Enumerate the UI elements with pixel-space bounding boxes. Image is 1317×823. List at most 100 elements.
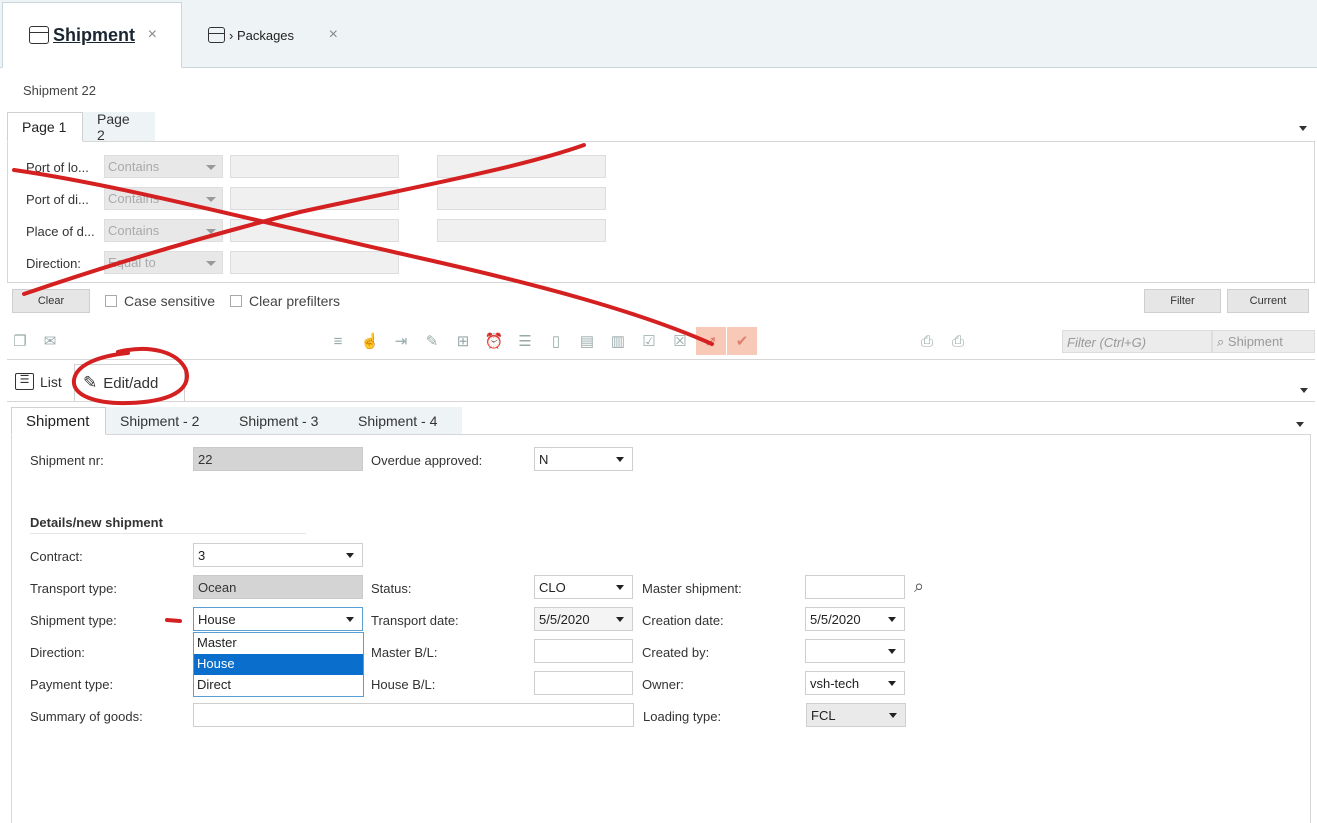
transport-date-label: Transport date: bbox=[371, 613, 459, 628]
tab-page-1[interactable]: Page 1 bbox=[7, 112, 83, 142]
tab-packages[interactable]: › Packages × bbox=[182, 2, 362, 68]
filter-value-input-2[interactable] bbox=[437, 219, 606, 242]
filter-value-input[interactable] bbox=[230, 155, 399, 178]
loading-type-label: Loading type: bbox=[643, 709, 722, 724]
transport-type-field[interactable]: Ocean bbox=[193, 575, 363, 599]
filter-value-input[interactable] bbox=[230, 187, 399, 210]
house-bl-input[interactable] bbox=[534, 671, 633, 695]
clipboard-check-list-icon[interactable]: ▥ bbox=[608, 331, 628, 351]
shipment-nr-field[interactable]: 22 bbox=[193, 447, 363, 471]
edit-add-view-label: Edit/add bbox=[103, 374, 159, 392]
house-bl-label: House B/L: bbox=[371, 677, 436, 692]
summary-of-goods-input[interactable] bbox=[193, 703, 634, 727]
master-shipment-input[interactable] bbox=[805, 575, 905, 599]
clear-button[interactable]: Clear bbox=[12, 289, 90, 313]
tab-shipment[interactable]: Shipment × bbox=[2, 2, 182, 68]
list-icon: ☰ bbox=[15, 373, 34, 390]
transport-date-field[interactable]: 5/5/2020 bbox=[534, 607, 633, 631]
filter-value-input[interactable] bbox=[230, 251, 399, 274]
chevron-down-icon[interactable] bbox=[1300, 388, 1308, 393]
chevron-down-icon[interactable] bbox=[1299, 126, 1307, 131]
check-circle-icon[interactable]: ✔ bbox=[727, 327, 757, 355]
divider bbox=[7, 359, 1315, 360]
owner-label: Owner: bbox=[642, 677, 684, 692]
filter-value-input[interactable] bbox=[230, 219, 399, 242]
filter-label: Port of di... bbox=[26, 192, 89, 207]
alarm-icon[interactable]: ⏰ bbox=[484, 331, 504, 351]
filter-label: Port of lo... bbox=[26, 160, 89, 175]
list-view-tab[interactable]: ☰ List bbox=[15, 373, 62, 390]
search-scope-label: Shipment bbox=[1227, 334, 1283, 349]
clipboard-list-icon[interactable]: ▤ bbox=[577, 331, 597, 351]
master-shipment-label: Master shipment: bbox=[642, 581, 742, 596]
owner-select[interactable]: vsh-tech bbox=[805, 671, 905, 695]
dropdown-option-house[interactable]: House bbox=[194, 654, 363, 675]
filter-value-input-2[interactable] bbox=[437, 187, 606, 210]
filter-value-input-2[interactable] bbox=[437, 155, 606, 178]
status-select[interactable]: CLO bbox=[534, 575, 633, 599]
dropdown-option-master[interactable]: Master bbox=[194, 633, 363, 654]
contract-select[interactable]: 3 bbox=[193, 543, 363, 567]
filter-operator-select[interactable]: Contains bbox=[104, 219, 223, 242]
cursor-icon[interactable]: ➚ bbox=[696, 327, 726, 355]
overdue-approved-label: Overdue approved: bbox=[371, 453, 483, 468]
align-icon[interactable]: ≡ bbox=[328, 331, 348, 351]
master-bl-label: Master B/L: bbox=[371, 645, 438, 660]
clear-prefilters-checkbox[interactable] bbox=[230, 295, 242, 307]
cancel-doc-icon[interactable]: ☒ bbox=[670, 331, 690, 351]
tab-shipment-3[interactable]: Shipment - 3 bbox=[225, 407, 344, 435]
tab-shipment-2[interactable]: Shipment - 2 bbox=[106, 407, 225, 435]
creation-date-label: Creation date: bbox=[642, 613, 724, 628]
tab-shipment-form[interactable]: Shipment bbox=[11, 407, 106, 435]
direction-label: Direction: bbox=[30, 645, 85, 660]
close-icon[interactable]: × bbox=[148, 26, 157, 44]
tab-page-2[interactable]: Page 2 bbox=[83, 111, 155, 143]
thumbs-up-icon[interactable]: ☝ bbox=[360, 331, 380, 351]
chevron-down-icon[interactable] bbox=[1296, 422, 1304, 427]
status-label: Status: bbox=[371, 581, 412, 596]
creation-date-field[interactable]: 5/5/2020 bbox=[805, 607, 905, 631]
checkbox-icon[interactable]: ☑ bbox=[639, 331, 659, 351]
edit-doc-icon[interactable]: ✎ bbox=[422, 331, 442, 351]
edit-add-view-tab[interactable]: ✎ Edit/add bbox=[74, 364, 185, 401]
clear-prefilters-label: Clear prefilters bbox=[249, 293, 341, 309]
loading-type-select[interactable]: FCL bbox=[806, 703, 906, 727]
import-icon[interactable]: ⇥ bbox=[391, 331, 411, 351]
filter-operator-select[interactable]: Contains bbox=[104, 155, 223, 178]
search-icon[interactable]: ⌕ bbox=[914, 576, 924, 597]
close-icon[interactable]: × bbox=[329, 26, 338, 44]
tab-shipment-4[interactable]: Shipment - 4 bbox=[344, 407, 462, 435]
filter-operator-select[interactable]: Contains bbox=[104, 187, 223, 210]
search-input[interactable]: Filter (Ctrl+G) bbox=[1062, 330, 1212, 353]
payment-type-label: Payment type: bbox=[30, 677, 114, 692]
overdue-approved-select[interactable]: N bbox=[534, 447, 633, 471]
contract-label: Contract: bbox=[30, 549, 83, 564]
print-settings-icon[interactable]: ⎙ bbox=[948, 331, 968, 351]
transport-type-label: Transport type: bbox=[30, 581, 117, 596]
tab-shipment-label: Shipment bbox=[53, 24, 136, 45]
search-scope-select[interactable]: ⌕ Shipment bbox=[1212, 330, 1315, 353]
current-button[interactable]: Current bbox=[1227, 289, 1309, 313]
mail-icon[interactable]: ✉ bbox=[40, 331, 60, 351]
breadcrumb: Shipment 22 bbox=[23, 83, 96, 98]
list-view-label: List bbox=[40, 373, 62, 390]
shipment-type-select[interactable]: House bbox=[193, 607, 363, 631]
tab-packages-label: › Packages bbox=[229, 27, 295, 43]
package-icon bbox=[208, 27, 225, 43]
clipboard-icon[interactable]: ▯ bbox=[546, 331, 566, 351]
divider bbox=[7, 401, 1315, 402]
copy-icon[interactable]: ❐ bbox=[10, 331, 30, 351]
filter-button[interactable]: Filter bbox=[1144, 289, 1221, 313]
master-bl-input[interactable] bbox=[534, 639, 633, 663]
hierarchy-icon[interactable]: ⊞ bbox=[453, 331, 473, 351]
case-sensitive-label: Case sensitive bbox=[124, 293, 216, 309]
list-icon[interactable]: ☰ bbox=[515, 331, 535, 351]
created-by-select[interactable] bbox=[805, 639, 905, 663]
dropdown-option-direct[interactable]: Direct bbox=[194, 675, 363, 696]
case-sensitive-checkbox[interactable] bbox=[105, 295, 117, 307]
summary-of-goods-label: Summary of goods: bbox=[30, 709, 143, 724]
box-icon bbox=[29, 26, 49, 44]
created-by-label: Created by: bbox=[642, 645, 710, 660]
print-icon[interactable]: ⎙ bbox=[917, 331, 937, 351]
filter-operator-select[interactable]: Equal to bbox=[104, 251, 223, 274]
